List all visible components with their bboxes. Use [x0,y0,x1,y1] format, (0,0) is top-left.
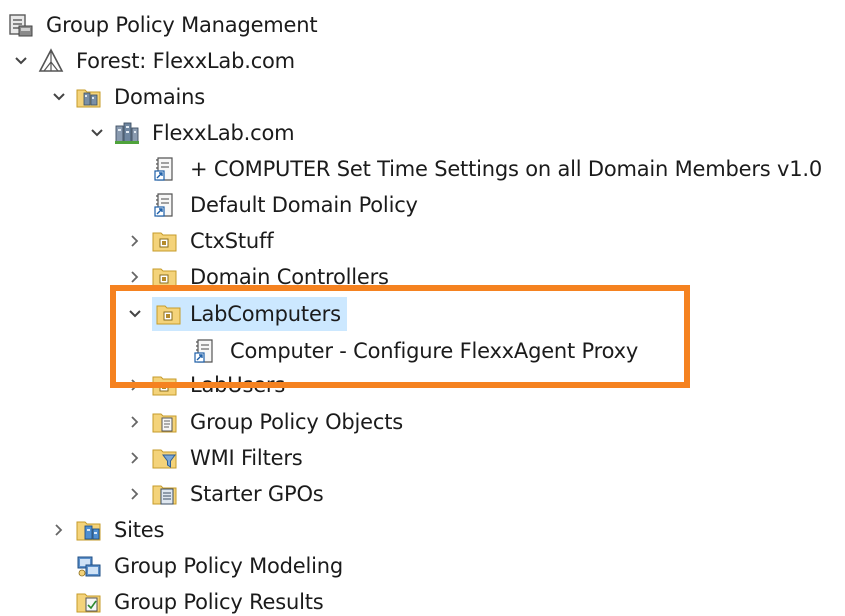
tree-node-domains[interactable]: Domains [48,80,209,114]
gpm-console-icon [8,12,34,38]
gpo-container-icon [152,409,178,435]
tree-label: Forest: FlexxLab.com [76,49,295,73]
chevron-right-icon[interactable] [124,405,146,439]
tree-node-gpo-link-time-settings[interactable]: + COMPUTER Set Time Settings on all Doma… [152,152,826,186]
tree-node-forest[interactable]: Forest: FlexxLab.com [10,44,299,78]
tree-label: Group Policy Objects [190,410,404,434]
tree-label: LabComputers [190,302,341,326]
tree-label: FlexxLab.com [152,121,295,145]
tree-node-ou-labcomputers[interactable]: LabComputers [124,297,347,331]
tree-label: CtxStuff [190,229,274,253]
chevron-right-icon[interactable] [124,260,146,294]
tree-label: Domains [114,85,206,109]
tree-node-gpo-link-flexxagent-proxy[interactable]: Computer - Configure FlexxAgent Proxy [192,334,642,368]
gp-results-icon [76,589,102,615]
gpo-link-icon [192,338,218,364]
tree-node-starter-gpos[interactable]: Starter GPOs [124,477,328,511]
tree-node-gpo-link-default-domain-policy[interactable]: Default Domain Policy [152,188,422,222]
tree-node-group-policy-objects[interactable]: Group Policy Objects [124,405,407,439]
tree-label: Computer - Configure FlexxAgent Proxy [230,339,639,363]
tree-node-ou-ctxstuff[interactable]: CtxStuff [124,224,277,258]
gpo-link-icon [152,192,178,218]
tree-label: + COMPUTER Set Time Settings on all Doma… [190,157,823,181]
chevron-down-icon[interactable] [10,44,32,78]
chevron-right-icon[interactable] [124,441,146,475]
tree-label: Default Domain Policy [190,193,418,217]
tree-node-ou-domain-controllers[interactable]: Domain Controllers [124,260,393,294]
ou-folder-icon [152,228,178,254]
tree-label: Sites [114,518,165,542]
tree-node-wmi-filters[interactable]: WMI Filters [124,441,307,475]
tree-label: LabUsers [190,373,286,397]
chevron-right-icon[interactable] [124,224,146,258]
selected-node-highlight: LabComputers [152,297,347,331]
sites-icon [76,517,102,543]
chevron-down-icon[interactable] [86,116,108,150]
tree-label: Group Policy Results [114,590,324,614]
gpm-tree-view: Group Policy Management Forest: FlexxLab… [0,0,845,616]
tree-label: Group Policy Management [46,13,318,37]
gpo-link-icon [152,156,178,182]
tree-node-domain-flexxlab[interactable]: FlexxLab.com [86,116,298,150]
tree-label: Group Policy Modeling [114,554,344,578]
tree-node-gp-modeling[interactable]: Group Policy Modeling [76,549,347,583]
tree-label: Domain Controllers [190,265,389,289]
wmi-filter-icon [152,445,178,471]
chevron-right-icon[interactable] [48,513,70,547]
domain-icon [114,120,140,146]
ou-folder-icon [152,372,178,398]
chevron-right-icon[interactable] [124,477,146,511]
tree-label: Starter GPOs [190,482,324,506]
chevron-down-icon[interactable] [124,297,146,331]
tree-node-gp-results[interactable]: Group Policy Results [76,585,328,616]
chevron-down-icon[interactable] [48,80,70,114]
domains-folder-icon [76,84,102,110]
tree-label: WMI Filters [190,446,303,470]
tree-node-sites[interactable]: Sites [48,513,168,547]
ou-folder-icon [156,301,182,327]
starter-gpo-icon [152,481,178,507]
ou-folder-icon [152,264,178,290]
gp-modeling-icon [76,553,102,579]
forest-icon [38,48,64,74]
tree-node-gpm-root[interactable]: Group Policy Management [8,8,321,42]
